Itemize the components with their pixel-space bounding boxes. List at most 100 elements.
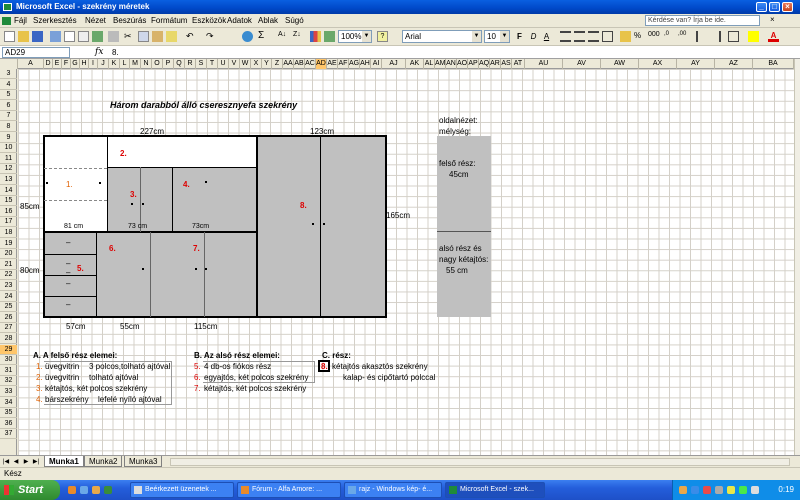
column-header[interactable]: X [251,59,262,69]
fill-color-icon[interactable] [748,31,759,42]
column-header[interactable]: AC [305,59,316,69]
desktop-icon[interactable] [104,486,112,494]
row-header[interactable]: 17 [0,217,17,228]
row-header[interactable]: 14 [0,186,17,196]
menu-view[interactable]: Nézet [85,16,106,26]
font-size-select[interactable]: 10 ▼ [484,30,510,43]
print-preview-icon[interactable] [78,31,89,42]
row-header[interactable]: 18 [0,228,17,238]
column-header[interactable]: AY [677,59,715,69]
column-header[interactable]: V [229,59,240,69]
column-header[interactable]: F [62,59,71,69]
spelling-icon[interactable] [92,31,103,42]
browser-icon[interactable] [92,486,100,494]
sort-ascending-icon[interactable]: A↓ [278,31,289,42]
column-header[interactable]: AF [338,59,349,69]
print-icon[interactable] [64,31,75,42]
merge-center-icon[interactable] [602,31,613,42]
row-header[interactable]: 27 [0,323,17,334]
paste-icon[interactable] [152,31,163,42]
taskbar-item-active[interactable]: Microsoft Excel - szek... [445,482,545,498]
column-header[interactable]: Y [262,59,272,69]
align-center-icon[interactable] [574,31,585,42]
maximize-button[interactable]: □ [769,2,780,12]
column-header[interactable]: N [141,59,152,69]
menu-data[interactable]: Adatok [227,16,252,26]
row-header[interactable]: 25 [0,302,17,313]
font-color-button[interactable]: A [768,31,779,42]
row-header[interactable]: 11 [0,154,17,164]
menu-window[interactable]: Ablak [258,16,278,26]
tray-icon[interactable] [691,486,699,494]
row-header[interactable]: 16 [0,207,17,217]
row-header[interactable]: 22 [0,270,17,281]
column-header[interactable]: BA [753,59,794,69]
column-header[interactable]: AG [349,59,360,69]
column-header[interactable]: AH [360,59,371,69]
decrease-indent-icon[interactable] [696,31,707,42]
underline-button[interactable]: A [541,31,552,42]
column-header[interactable]: AQ [479,59,490,69]
new-icon[interactable] [4,31,15,42]
volume-icon[interactable] [751,486,759,494]
tray-icon[interactable] [727,486,735,494]
help-search-input[interactable]: Kérdése van? Írja be ide. [645,15,760,26]
column-header[interactable]: D [44,59,53,69]
menu-tools[interactable]: Eszközök [192,16,226,26]
row-header[interactable]: 32 [0,376,17,387]
row-header[interactable]: 4 [0,80,17,90]
copy-icon[interactable] [138,31,149,42]
column-header[interactable]: I [89,59,98,69]
row-header[interactable]: 29 [0,344,17,355]
permission-icon[interactable] [50,31,61,42]
column-header[interactable]: AS [501,59,512,69]
column-header[interactable]: AV [563,59,601,69]
row-header[interactable]: 26 [0,313,17,323]
menu-format[interactable]: Formátum [151,16,187,26]
row-header[interactable]: 6 [0,101,17,111]
currency-icon[interactable] [620,31,631,42]
tray-icon[interactable] [679,486,687,494]
row-header[interactable]: 15 [0,196,17,207]
column-header[interactable]: S [196,59,207,69]
vertical-scrollbar[interactable] [794,59,800,455]
column-header[interactable]: AZ [715,59,753,69]
save-icon[interactable] [32,31,43,42]
row-header[interactable]: 30 [0,355,17,366]
row-header[interactable]: 10 [0,143,17,154]
row-header[interactable]: 19 [0,239,17,249]
column-header[interactable]: U [218,59,229,69]
taskbar-item[interactable]: rajz - Windows kép- é... [344,482,442,498]
next-sheet-icon[interactable]: ▶ [22,458,30,466]
bold-button[interactable]: F [514,31,525,42]
row-header[interactable]: 12 [0,164,17,175]
firefox-icon[interactable] [68,486,76,494]
tab-munka1[interactable]: Munka1 [44,456,84,467]
row-header[interactable]: 24 [0,292,17,302]
column-header[interactable]: AO [457,59,468,69]
prev-sheet-icon[interactable]: ◀ [12,458,20,466]
increase-decimal-icon[interactable]: ,0 [664,31,675,42]
zoom-select[interactable]: 100% ▼ [338,30,372,43]
column-header[interactable]: AU [525,59,563,69]
redo-icon[interactable]: ↷ [206,31,217,42]
row-header[interactable]: 9 [0,133,17,143]
format-painter-icon[interactable] [166,31,177,42]
close-button[interactable]: × [782,2,793,12]
open-icon[interactable] [18,31,29,42]
last-sheet-icon[interactable]: ▶| [32,458,40,466]
menu-file[interactable]: Fájl [14,16,27,26]
tab-munka2[interactable]: Munka2 [84,456,123,467]
column-header[interactable]: AE [327,59,338,69]
chart-wizard-icon[interactable] [310,31,321,42]
comma-style-icon[interactable]: 000 [648,31,660,42]
column-header[interactable]: A [18,59,44,69]
row-header[interactable]: 7 [0,111,17,122]
help-icon[interactable]: ? [377,31,388,42]
first-sheet-icon[interactable]: |◀ [2,458,10,466]
column-header[interactable]: H [80,59,89,69]
menu-help[interactable]: Súgó [285,16,304,26]
column-header[interactable]: AM [435,59,446,69]
fx-icon[interactable]: fx [95,46,103,59]
column-header[interactable]: L [120,59,130,69]
